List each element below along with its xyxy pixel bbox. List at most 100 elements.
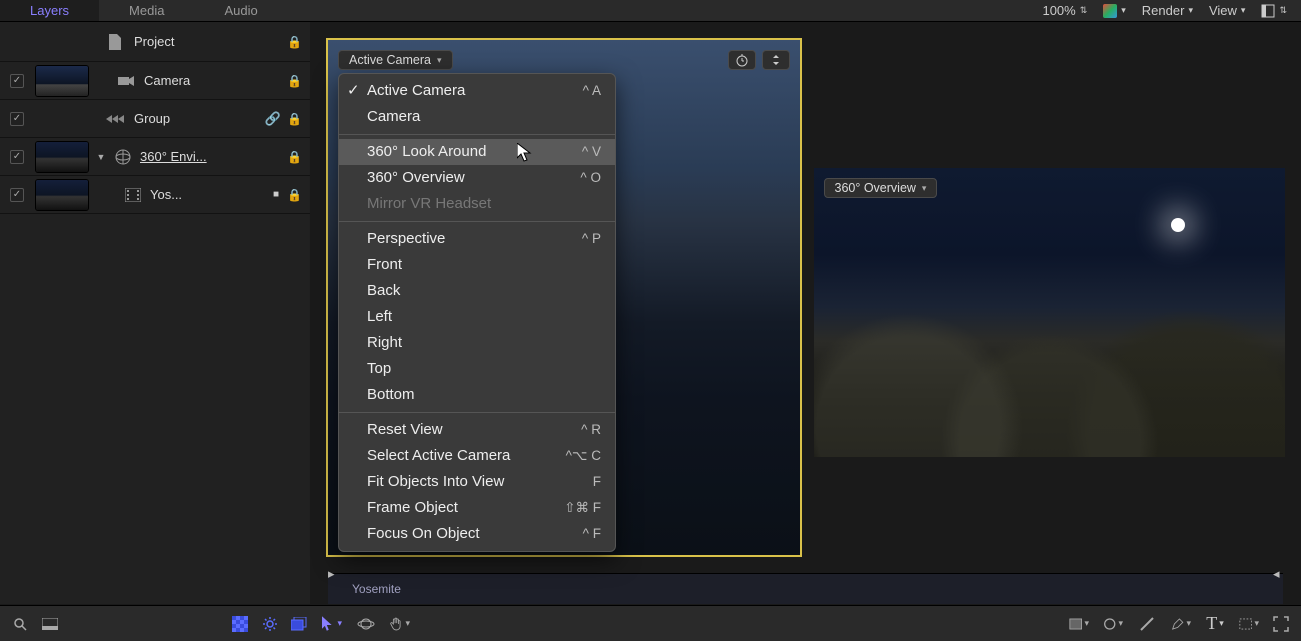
- menu-label: Right: [367, 332, 402, 354]
- menu-shortcut: ^ A: [583, 80, 601, 102]
- layer-row-project[interactable]: Project 🔒: [0, 22, 310, 62]
- mask-tool[interactable]: ▾: [1239, 614, 1259, 634]
- menu-label: 360° Overview: [367, 167, 465, 189]
- layer-row-camera[interactable]: ✓ Camera 🔒: [0, 62, 310, 100]
- camera-dropdown-button[interactable]: Active Camera ▾: [338, 50, 453, 70]
- visibility-checkbox[interactable]: ✓: [10, 188, 24, 202]
- menu-label: Reset View: [367, 419, 443, 441]
- menu-right[interactable]: Right: [339, 330, 615, 356]
- link-icon[interactable]: 🔗: [265, 111, 281, 127]
- view-label: View: [1209, 3, 1237, 18]
- menu-360-overview[interactable]: 360° Overview ^ O: [339, 165, 615, 191]
- camera-dropdown-menu: ✓ Active Camera ^ A Camera 360° Look Aro…: [338, 73, 616, 552]
- visibility-checkbox[interactable]: ✓: [10, 74, 24, 88]
- visibility-checkbox[interactable]: ✓: [10, 150, 24, 164]
- menu-frame-object[interactable]: Frame Object⇧⌘ F: [339, 495, 615, 521]
- timeline[interactable]: ▸ ◂ Yosemite: [328, 573, 1283, 604]
- menu-back[interactable]: Back: [339, 278, 615, 304]
- pen-tool[interactable]: ▾: [1171, 614, 1191, 634]
- menu-perspective[interactable]: Perspective ^ P: [339, 226, 615, 252]
- zoom-dropdown[interactable]: 100%⇅: [1042, 3, 1087, 18]
- fullscreen-icon[interactable]: [1271, 614, 1291, 634]
- menu-label: Camera: [367, 106, 420, 128]
- tab-audio[interactable]: Audio: [194, 0, 287, 21]
- menu-front[interactable]: Front: [339, 252, 615, 278]
- playhead-start-icon[interactable]: ▸: [328, 566, 338, 576]
- rect-tool[interactable]: ▾: [1069, 614, 1089, 634]
- menu-camera[interactable]: Camera: [339, 104, 615, 130]
- settings-button[interactable]: [762, 50, 790, 70]
- menu-label: Left: [367, 306, 392, 328]
- tab-layers[interactable]: Layers: [0, 0, 99, 21]
- search-icon[interactable]: [10, 614, 30, 634]
- lock-icon[interactable]: 🔒: [287, 74, 302, 88]
- chevron-down-icon: ▾: [1241, 5, 1246, 16]
- 360-icon: [114, 148, 132, 166]
- menu-top[interactable]: Top: [339, 356, 615, 382]
- chevron-down-icon: ▾: [1188, 5, 1193, 16]
- hand-tool[interactable]: ▾: [390, 614, 410, 634]
- cursor-icon: [517, 143, 533, 163]
- lock-icon[interactable]: 🔒: [287, 150, 302, 164]
- menu-bottom[interactable]: Bottom: [339, 382, 615, 408]
- layer-name: 360° Envi...: [140, 149, 279, 164]
- menu-focus-object[interactable]: Focus On Object^ F: [339, 521, 615, 547]
- disclosure-arrow[interactable]: ▼: [96, 152, 106, 162]
- layer-row-360env[interactable]: ✓ ▼ 360° Envi... 🔒: [0, 138, 310, 176]
- color-dropdown[interactable]: ▾: [1103, 4, 1126, 18]
- viewport-right[interactable]: 360° Overview ▾: [814, 168, 1286, 457]
- checker-icon[interactable]: [230, 614, 250, 634]
- text-tool[interactable]: T▾: [1205, 614, 1225, 634]
- updown-icon: ⇅: [1080, 5, 1088, 16]
- menu-shortcut: ^ O: [580, 167, 601, 189]
- menu-left[interactable]: Left: [339, 304, 615, 330]
- timeline-clip-label: Yosemite: [352, 582, 401, 596]
- menu-label: Fit Objects Into View: [367, 471, 504, 493]
- menu-label: Focus On Object: [367, 523, 480, 545]
- clip-indicator-icon: ■: [273, 189, 279, 200]
- layout-icon: [1261, 4, 1275, 18]
- layer-name: Camera: [144, 73, 279, 88]
- visibility-checkbox[interactable]: ✓: [10, 112, 24, 126]
- menu-shortcut: ^ V: [582, 141, 601, 163]
- menu-reset-view[interactable]: Reset View ^ R: [339, 417, 615, 443]
- timing-button[interactable]: [728, 50, 756, 70]
- lock-icon[interactable]: 🔒: [287, 188, 302, 202]
- gear-icon[interactable]: [260, 614, 280, 634]
- render-dropdown[interactable]: Render▾: [1142, 3, 1193, 18]
- menu-label: Mirror VR Headset: [367, 193, 491, 215]
- playhead-end-icon[interactable]: ◂: [1273, 566, 1283, 576]
- check-icon: ✓: [347, 80, 360, 102]
- panel-icon[interactable]: [40, 614, 60, 634]
- menu-select-active-camera[interactable]: Select Active Camera^⌥ C: [339, 443, 615, 469]
- menu-360-look-around[interactable]: 360° Look Around ^ V: [339, 139, 615, 165]
- layout-dropdown[interactable]: ⇅: [1261, 4, 1287, 18]
- viewport-image: [814, 168, 1286, 457]
- layer-row-group[interactable]: ✓ Group 🔗🔒: [0, 100, 310, 138]
- menu-label: Perspective: [367, 228, 445, 250]
- layer-row-clip[interactable]: ✓ Yos... ■ 🔒: [0, 176, 310, 214]
- menu-shortcut: ^ P: [582, 228, 601, 250]
- terrain: [814, 168, 1286, 457]
- viewport-left[interactable]: Active Camera ▾ ✓ Active Camera ^ A Came…: [326, 38, 802, 557]
- menu-shortcut: ^ R: [581, 419, 601, 441]
- tab-media[interactable]: Media: [99, 0, 194, 21]
- line-tool[interactable]: [1137, 614, 1157, 634]
- menu-active-camera[interactable]: ✓ Active Camera ^ A: [339, 78, 615, 104]
- circle-tool[interactable]: ▾: [1103, 614, 1123, 634]
- menu-label: Bottom: [367, 384, 415, 406]
- render-label: Render: [1142, 3, 1185, 18]
- sliders-icon: [771, 53, 781, 67]
- orbit-tool[interactable]: [356, 614, 376, 634]
- menu-fit-objects[interactable]: Fit Objects Into ViewF: [339, 469, 615, 495]
- bottom-toolbar: ▾ ▾ ▾ ▾ ▾ T▾ ▾: [0, 605, 1301, 641]
- view-dropdown[interactable]: View ▾: [1209, 3, 1245, 18]
- stack-icon[interactable]: [290, 614, 310, 634]
- menu-separator: [339, 134, 615, 135]
- pointer-tool[interactable]: ▾: [322, 614, 342, 634]
- lock-icon[interactable]: 🔒: [287, 112, 302, 126]
- menu-label: Select Active Camera: [367, 445, 510, 467]
- overview-dropdown-button[interactable]: 360° Overview ▾: [824, 178, 938, 198]
- menu-label: 360° Look Around: [367, 141, 486, 163]
- lock-icon[interactable]: 🔒: [287, 35, 302, 49]
